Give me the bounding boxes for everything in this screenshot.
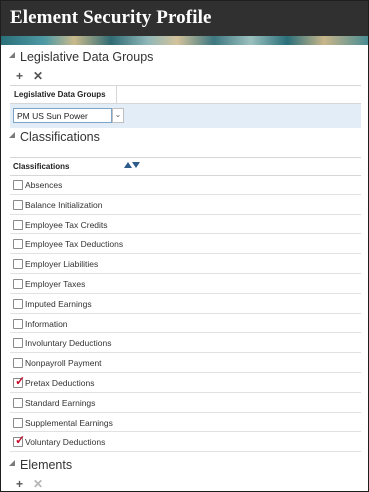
decorative-banner (1, 36, 368, 45)
elements-section-title: Elements (20, 458, 73, 472)
classification-label: Pretax Deductions (25, 377, 95, 388)
classification-row[interactable]: Absences (10, 175, 361, 195)
classification-label: Supplemental Earnings (25, 417, 113, 428)
classification-checkbox[interactable]: ✓ (13, 433, 26, 448)
element-security-profile-window: Element Security Profile Legislative Dat… (0, 0, 369, 492)
classification-label: Employee Tax Deductions (25, 239, 124, 250)
classifications-section-header[interactable]: Classifications (9, 130, 100, 144)
classification-checkbox[interactable] (13, 180, 23, 190)
classification-checkbox[interactable] (13, 259, 23, 270)
classification-checkbox[interactable] (13, 318, 23, 329)
classification-checkbox[interactable] (13, 358, 23, 369)
classification-row[interactable]: Employee Tax Credits (10, 215, 361, 235)
classification-row[interactable]: Balance Initialization (10, 195, 361, 215)
classification-row[interactable]: Employee Tax Deductions (10, 234, 361, 255)
classification-label: Voluntary Deductions (25, 437, 106, 448)
legislative-data-group-select[interactable]: PM US Sun Power (13, 108, 112, 123)
classification-row[interactable]: Supplemental Earnings (10, 413, 361, 433)
classification-row[interactable]: Nonpayroll Payment (10, 353, 361, 373)
classification-row[interactable]: Standard Earnings (10, 393, 361, 413)
legislative-section-title: Legislative Data Groups (20, 50, 154, 64)
classification-label: Nonpayroll Payment (25, 358, 102, 369)
classification-row[interactable]: ✓ Voluntary Deductions (10, 432, 361, 453)
sort-ascending-icon[interactable] (124, 162, 132, 168)
classification-checkbox[interactable] (13, 417, 23, 428)
column-header-classifications[interactable]: Classifications (13, 162, 69, 171)
legislative-data-groups-table: Legislative Data Groups PM US Sun Power … (10, 85, 361, 128)
legislative-toolbar: + ✕ (16, 70, 43, 82)
sort-descending-icon[interactable] (132, 162, 140, 168)
classification-label: Employer Taxes (25, 278, 86, 289)
classification-label: Standard Earnings (25, 397, 96, 408)
classification-label: Employer Liabilities (25, 259, 99, 270)
checkmark-icon: ✓ (15, 373, 26, 388)
add-icon[interactable]: + (16, 478, 23, 490)
page-title: Element Security Profile (10, 7, 212, 28)
column-header-legislative-data-groups[interactable]: Legislative Data Groups (10, 86, 117, 103)
classification-checkbox[interactable] (13, 199, 23, 210)
classification-checkbox[interactable] (13, 338, 23, 349)
classification-label: Employee Tax Credits (25, 219, 108, 230)
chevron-down-icon[interactable]: ⌄ (112, 108, 124, 123)
elements-section-header[interactable]: Elements (9, 458, 72, 472)
delete-icon[interactable]: ✕ (33, 70, 43, 82)
collapse-triangle-icon[interactable] (9, 52, 15, 58)
classification-checkbox[interactable] (13, 219, 23, 230)
classifications-table-header: Classifications (10, 157, 361, 176)
classification-row[interactable]: Employer Taxes (10, 274, 361, 294)
delete-icon: ✕ (33, 477, 44, 491)
classification-row[interactable]: Imputed Earnings (10, 294, 361, 314)
title-bar: Element Security Profile (1, 1, 368, 36)
classification-label: Involuntary Deductions (25, 338, 112, 349)
classification-checkbox[interactable] (13, 278, 23, 289)
table-header: Legislative Data Groups (10, 86, 361, 104)
classification-checkbox[interactable]: ✓ (13, 373, 26, 388)
collapse-triangle-icon[interactable] (9, 132, 15, 138)
checkmark-icon: ✓ (15, 433, 26, 448)
classification-row[interactable]: ✓ Pretax Deductions (10, 373, 361, 393)
classifications-section-title: Classifications (20, 130, 100, 144)
add-icon[interactable]: + (16, 70, 23, 82)
classification-row[interactable]: Employer Liabilities (10, 254, 361, 274)
elements-toolbar: + ✕ (16, 478, 43, 490)
classification-label: Imputed Earnings (25, 298, 92, 309)
collapse-triangle-icon[interactable] (9, 460, 15, 466)
classifications-list: Absences Balance Initialization Employee T… (10, 175, 361, 453)
table-row[interactable]: PM US Sun Power ⌄ (10, 104, 361, 128)
classification-label: Absences (25, 180, 63, 190)
classification-row[interactable]: Involuntary Deductions (10, 333, 361, 354)
legislative-section-header[interactable]: Legislative Data Groups (9, 50, 153, 64)
classification-label: Information (25, 318, 68, 329)
classification-checkbox[interactable] (13, 397, 23, 408)
classification-row[interactable]: Information (10, 314, 361, 334)
classification-checkbox[interactable] (13, 239, 23, 250)
classification-label: Balance Initialization (25, 199, 103, 210)
classification-checkbox[interactable] (13, 298, 23, 309)
